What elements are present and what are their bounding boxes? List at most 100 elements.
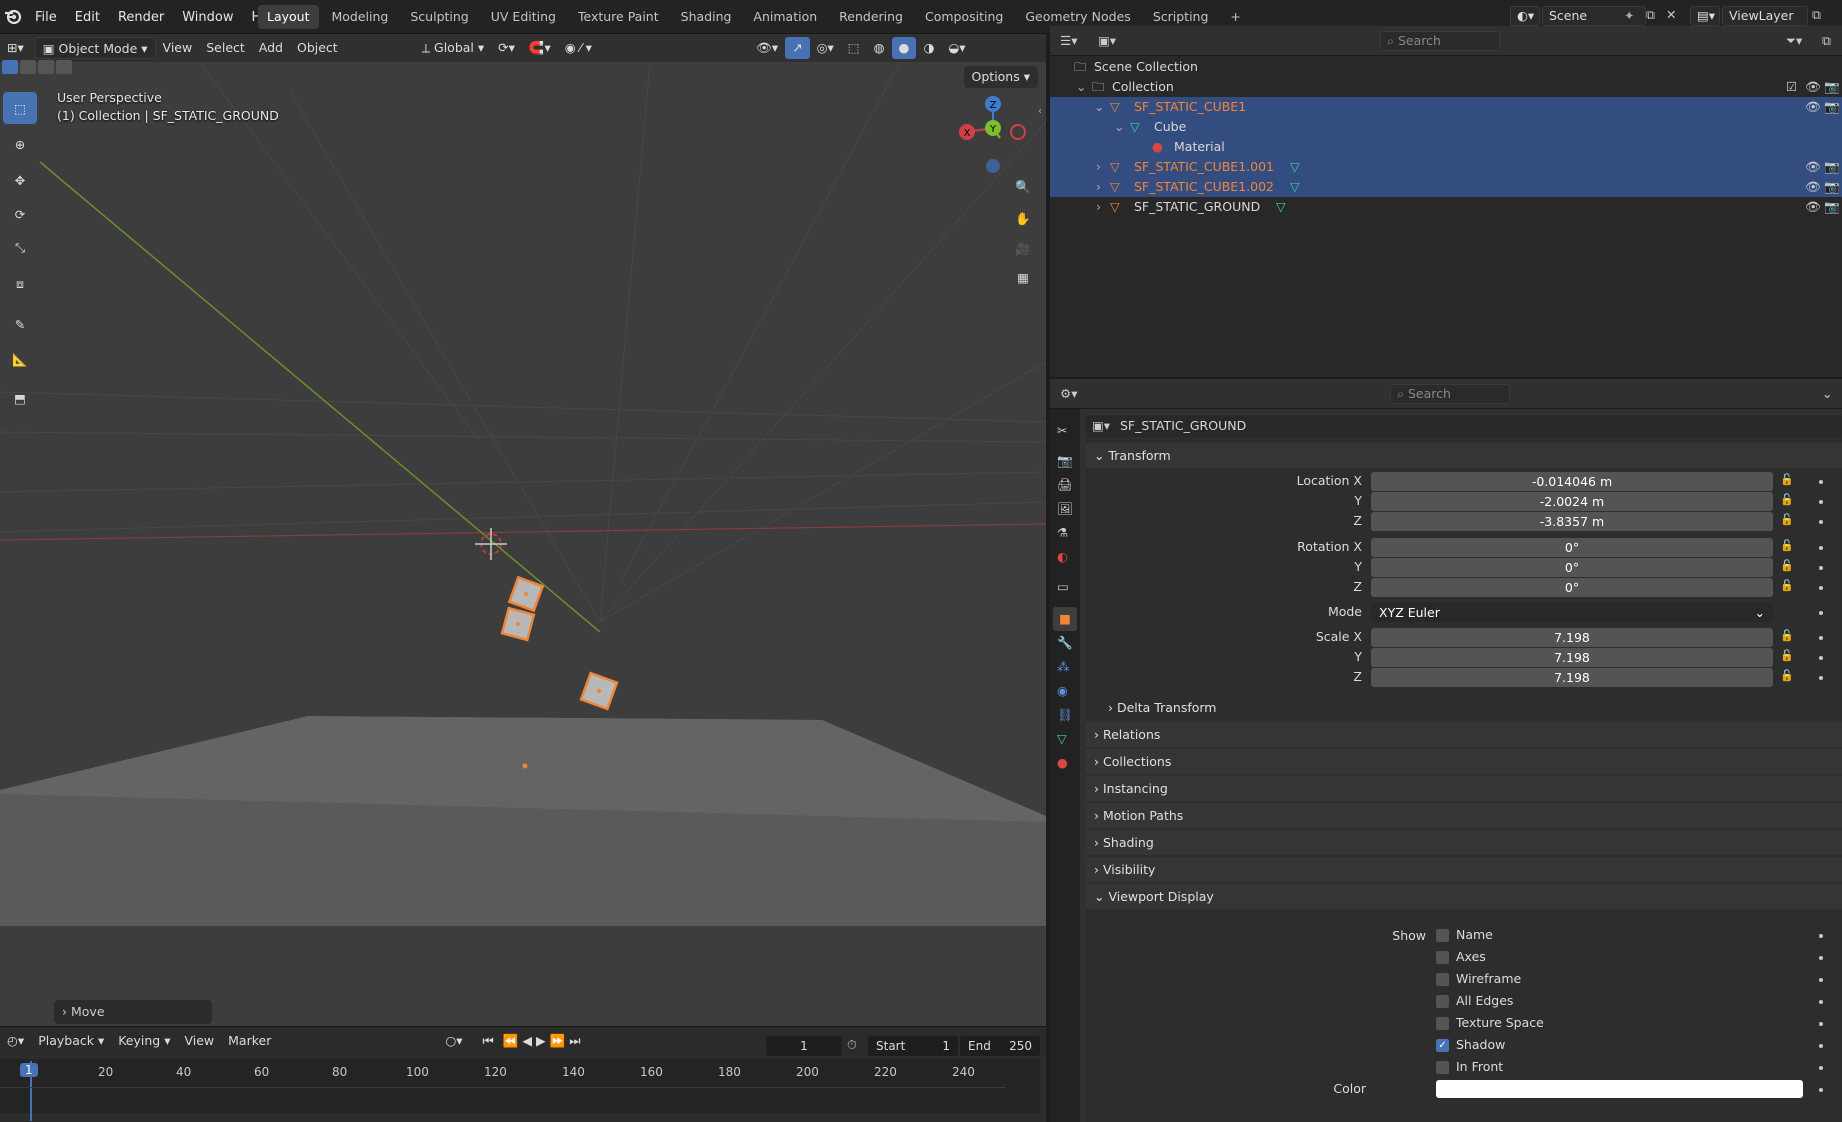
sidebar-toggle-icon[interactable]: ‹ <box>1038 106 1042 117</box>
end-frame-field[interactable]: End 250 <box>960 1036 1040 1056</box>
camera-icon[interactable]: 📷 <box>1824 197 1840 217</box>
viewport-scene[interactable] <box>0 62 1046 1026</box>
camera-icon[interactable]: 📷 <box>1824 77 1840 97</box>
keyframe-dot-icon[interactable] <box>1819 546 1823 550</box>
show-axes-checkbox[interactable] <box>1436 951 1449 964</box>
eye-icon[interactable]: 👁 <box>1805 97 1821 117</box>
annotate-tool[interactable]: ✎ <box>3 308 37 340</box>
tab-shading[interactable]: Shading <box>672 5 741 29</box>
shading-wireframe-icon[interactable]: ◍ <box>867 37 892 59</box>
scale-tool[interactable]: ⤡ <box>3 232 37 264</box>
properties-editor-icon[interactable]: ⚙▾ <box>1060 386 1077 401</box>
ortho-toggle-button[interactable]: ▦ <box>1010 264 1036 290</box>
filter-icon[interactable]: ⏷▾ <box>1786 33 1802 49</box>
add-cube-tool[interactable]: ⬒ <box>3 382 37 414</box>
tab-modeling[interactable]: Modeling <box>323 5 398 29</box>
menu-render[interactable]: Render <box>109 10 173 25</box>
menu-object[interactable]: Object <box>290 37 345 59</box>
show-name-checkbox[interactable] <box>1436 929 1449 942</box>
outliner-row-material[interactable]: ● Material <box>1050 137 1842 157</box>
show-shadow-checkbox[interactable]: ✓ <box>1436 1039 1449 1052</box>
outliner-row-ground[interactable]: › ▽ SF_STATIC_GROUND ▽ 👁 📷 <box>1050 197 1842 217</box>
rotate-tool[interactable]: ⟳ <box>3 198 37 230</box>
display-mode-icon[interactable]: ▣▾ <box>1098 33 1116 48</box>
timeline-view-menu[interactable]: View <box>177 1030 221 1052</box>
lock-icon[interactable]: 🔓 <box>1780 513 1794 526</box>
material-tab-icon[interactable]: ● <box>1057 755 1068 770</box>
view-layer-tab-icon[interactable]: 🖼 <box>1057 501 1073 517</box>
snap-icon[interactable]: 🧲▾ <box>522 37 558 59</box>
keyframe-dot-icon[interactable] <box>1819 1088 1823 1092</box>
play-reverse-icon[interactable]: ◀ <box>520 1030 534 1052</box>
visibility-panel-header[interactable]: › Visibility <box>1086 857 1842 882</box>
modifier-tab-icon[interactable]: 🔧 <box>1057 635 1073 651</box>
viewport-display-panel-header[interactable]: ⌄ Viewport Display <box>1086 884 1842 909</box>
keyframe-dot-icon[interactable] <box>1819 520 1823 524</box>
new-view-layer-icon[interactable]: ⧉ <box>1812 7 1821 23</box>
outliner-row-cube1-002[interactable]: › ▽ SF_STATIC_CUBE1.002 ▽ 👁 📷 <box>1050 177 1842 197</box>
keyframe-dot-icon[interactable] <box>1819 611 1823 615</box>
view-layer-field[interactable]: ViewLayer <box>1722 6 1808 26</box>
gizmo-toggle-icon[interactable]: ↗ <box>785 37 810 59</box>
delta-transform-header[interactable]: › Delta Transform <box>1086 695 1842 720</box>
show-in-front-checkbox[interactable] <box>1436 1061 1449 1074</box>
world-tab-icon[interactable]: ◐ <box>1057 549 1068 564</box>
scene-tab-icon[interactable]: ⚗ <box>1057 525 1068 540</box>
rotation-z-field[interactable]: 0° <box>1371 578 1773 597</box>
show-all-edges-checkbox[interactable] <box>1436 995 1449 1008</box>
select-subtract-icon[interactable] <box>38 60 54 74</box>
keyframe-dot-icon[interactable] <box>1819 934 1823 938</box>
location-y-field[interactable]: -2.0024 m <box>1371 492 1773 511</box>
keyframe-dot-icon[interactable] <box>1819 1000 1823 1004</box>
keying-menu[interactable]: Keying ▾ <box>111 1030 177 1052</box>
outliner-search-input[interactable]: ⌕ Search <box>1380 31 1500 51</box>
collection-tab-icon[interactable]: ▭ <box>1057 579 1069 594</box>
chevron-right-icon[interactable]: › <box>1096 177 1101 197</box>
tab-sculpting[interactable]: Sculpting <box>401 5 477 29</box>
chevron-down-icon[interactable]: ⌄ <box>1822 386 1832 401</box>
physics-tab-icon[interactable]: ◉ <box>1057 683 1068 698</box>
rotation-x-field[interactable]: 0° <box>1371 538 1773 557</box>
shading-material-icon[interactable]: ◑ <box>916 37 941 59</box>
object-tab-icon[interactable]: ■ <box>1053 607 1077 631</box>
color-swatch[interactable] <box>1436 1080 1803 1098</box>
blender-logo-icon[interactable] <box>4 7 22 25</box>
camera-view-button[interactable]: 🎥 <box>1010 236 1036 262</box>
tab-texture-paint[interactable]: Texture Paint <box>569 5 668 29</box>
autokey-icon[interactable]: ○▾ <box>438 1030 469 1052</box>
keyframe-dot-icon[interactable] <box>1819 956 1823 960</box>
prev-keyframe-icon[interactable]: ⏪ <box>501 1030 521 1052</box>
output-tab-icon[interactable]: 🖨 <box>1057 477 1073 493</box>
proportional-edit-icon[interactable]: ◉ ⁄ ▾ <box>558 37 599 59</box>
orientation-dropdown[interactable]: ⟂ Global ▾ <box>415 37 491 59</box>
keyframe-dot-icon[interactable] <box>1819 656 1823 660</box>
select-new-icon[interactable] <box>2 60 18 74</box>
chevron-down-icon[interactable]: ⌄ <box>1114 117 1124 137</box>
outliner-row-cube-mesh[interactable]: ⌄ ▽ Cube <box>1050 117 1842 137</box>
move-tool[interactable]: ✥ <box>3 164 37 196</box>
chevron-right-icon[interactable]: › <box>1096 157 1101 177</box>
select-invert-icon[interactable] <box>56 60 72 74</box>
play-icon[interactable]: ▶ <box>534 1030 548 1052</box>
object-name-field[interactable]: ▣▾ SF_STATIC_GROUND <box>1086 415 1842 437</box>
camera-icon[interactable]: 📷 <box>1824 177 1840 197</box>
start-frame-field[interactable]: Start 1 <box>868 1036 958 1056</box>
properties-search-input[interactable]: ⌕ Search <box>1390 384 1510 404</box>
lock-icon[interactable]: 🔓 <box>1780 579 1794 592</box>
rotation-mode-dropdown[interactable]: XYZ Euler ⌄ <box>1371 603 1773 622</box>
shading-panel-header[interactable]: › Shading <box>1086 830 1842 855</box>
object-mode-dropdown[interactable]: ▣ Object Mode ▾ <box>34 37 156 59</box>
lock-icon[interactable]: 🔓 <box>1780 669 1794 682</box>
keyframe-dot-icon[interactable] <box>1819 1022 1823 1026</box>
keyframe-dot-icon[interactable] <box>1819 480 1823 484</box>
next-keyframe-icon[interactable]: ⏩ <box>548 1030 568 1052</box>
location-x-field[interactable]: -0.014046 m <box>1371 472 1773 491</box>
eye-icon[interactable]: 👁 <box>1805 157 1821 177</box>
last-operator-panel[interactable]: › Move <box>54 1000 212 1024</box>
eye-icon[interactable]: 👁 <box>1805 197 1821 217</box>
pan-button[interactable]: ✋ <box>1010 206 1036 232</box>
outliner-row-cube1[interactable]: ⌄ ▽ SF_STATIC_CUBE1 👁 📷 <box>1050 97 1842 117</box>
lock-icon[interactable]: 🔓 <box>1780 473 1794 486</box>
lock-icon[interactable]: 🔓 <box>1780 649 1794 662</box>
eye-icon[interactable]: 👁 <box>1805 77 1821 97</box>
